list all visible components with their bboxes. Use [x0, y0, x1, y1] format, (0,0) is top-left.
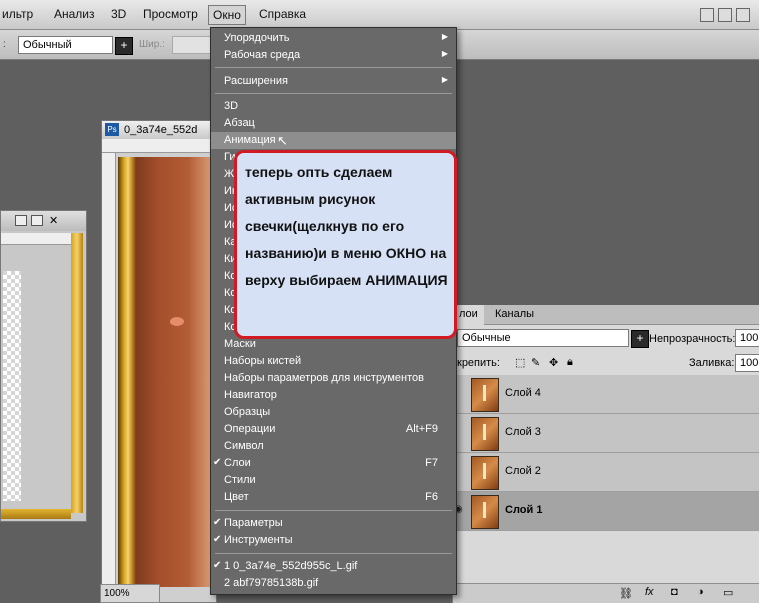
- document-title: 0_3a74e_552d: [124, 124, 198, 136]
- menu-item-document-2[interactable]: 2 abf79785138b.gif: [211, 575, 456, 592]
- menu-separator: [215, 67, 452, 68]
- horizontal-scrollbar[interactable]: [1, 509, 71, 519]
- menu-item-document-1[interactable]: ✔ 1 0_3a74e_552d955c_L.gif: [211, 558, 456, 575]
- lock-move-icon[interactable]: ✥: [549, 356, 558, 369]
- zoom-field[interactable]: 100%: [100, 584, 160, 603]
- tutorial-callout: теперь опть сделаем активным рисунок све…: [234, 150, 457, 339]
- checkmark-icon: ✔: [213, 457, 222, 468]
- lock-label: крепить:: [457, 357, 500, 369]
- menu-separator: [215, 93, 452, 94]
- ruler: [1, 233, 71, 245]
- mouse-cursor-icon: ↖: [277, 133, 288, 148]
- close-icon[interactable]: ✕: [49, 214, 58, 227]
- menu-item-arrange[interactable]: Упорядочить ▶: [211, 30, 456, 47]
- callout-text: теперь опть сделаем активным рисунок све…: [245, 164, 448, 288]
- vertical-scrollbar[interactable]: [71, 233, 83, 513]
- menu-item-layers[interactable]: ✔ Слои F7: [211, 455, 456, 472]
- lock-brush-icon[interactable]: ✎: [531, 356, 540, 369]
- blend-mode-dropdown[interactable]: Обычные: [457, 329, 629, 347]
- opacity-label: Непрозрачность:: [649, 333, 736, 345]
- fill-field[interactable]: 100: [735, 354, 759, 372]
- menu-item-tools[interactable]: ✔ Инструменты: [211, 532, 456, 549]
- submenu-arrow-icon: ▶: [441, 75, 448, 84]
- menu-item-animation[interactable]: Анимация ↖: [211, 132, 456, 149]
- fx-icon[interactable]: fx: [645, 586, 654, 598]
- document-window-left[interactable]: ✕: [0, 210, 87, 522]
- menu-3d[interactable]: 3D: [111, 7, 126, 21]
- layer-row-selected[interactable]: ◉ Слой 1: [453, 492, 759, 531]
- menu-item-swatches[interactable]: Образцы: [211, 404, 456, 421]
- menu-view[interactable]: Просмотр: [143, 7, 198, 21]
- menu-item-character[interactable]: Символ: [211, 438, 456, 455]
- layer-thumbnail: [471, 495, 499, 529]
- mode-dropdown[interactable]: Обычный: [18, 36, 113, 54]
- checkmark-icon: ✔: [213, 560, 222, 571]
- lock-transparent-icon[interactable]: ⬚: [515, 356, 525, 369]
- layer-name: Слой 4: [505, 387, 541, 399]
- layers-panel: лои Каналы Обычные + Непрозрачность: 100…: [452, 305, 759, 603]
- checkmark-icon: ✔: [213, 517, 222, 528]
- layer-row[interactable]: Слой 3: [453, 414, 759, 453]
- menu-filter[interactable]: ильтр: [2, 7, 33, 21]
- menu-item-options[interactable]: ✔ Параметры: [211, 515, 456, 532]
- document-window-main[interactable]: Ps 0_3a74e_552d: [101, 120, 218, 603]
- menu-item-paragraph[interactable]: Абзац: [211, 115, 456, 132]
- menu-item-brush-presets[interactable]: Наборы кистей: [211, 353, 456, 370]
- mask-icon[interactable]: ◘: [671, 586, 678, 598]
- ruler-horizontal: [102, 139, 216, 153]
- menu-window[interactable]: Окно: [208, 5, 246, 25]
- maximize-icon[interactable]: [31, 215, 43, 226]
- minimize-button[interactable]: [700, 8, 714, 22]
- menu-bar: ильтр Анализ 3D Просмотр Окно Справка: [0, 0, 759, 30]
- restore-icon[interactable]: [15, 215, 27, 226]
- lock-all-icon[interactable]: 🔒︎: [567, 356, 573, 369]
- menu-item-extensions[interactable]: Расширения ▶: [211, 73, 456, 90]
- canvas-image: [118, 157, 218, 587]
- layer-row[interactable]: Слой 2: [453, 453, 759, 492]
- menu-item-workspace[interactable]: Рабочая среда ▶: [211, 47, 456, 64]
- tab-layers[interactable]: лои: [453, 305, 484, 325]
- layer-thumbnail: [471, 417, 499, 451]
- menu-separator: [215, 510, 452, 511]
- layer-name: Слой 3: [505, 426, 541, 438]
- blend-add-button[interactable]: +: [631, 330, 649, 348]
- menu-item-color[interactable]: Цвет F6: [211, 489, 456, 506]
- menu-item-styles[interactable]: Стили: [211, 472, 456, 489]
- layer-thumbnail: [471, 456, 499, 490]
- checkmark-icon: ✔: [213, 534, 222, 545]
- submenu-arrow-icon: ▶: [441, 32, 448, 41]
- panel-footer: ⛓ fx ◘ ◑ ▭: [453, 583, 759, 603]
- menu-analysis[interactable]: Анализ: [54, 7, 95, 21]
- width-label: Шир.:: [139, 39, 165, 50]
- restore-button[interactable]: [718, 8, 732, 22]
- submenu-arrow-icon: ▶: [441, 49, 448, 58]
- layer-row[interactable]: Слой 4: [453, 375, 759, 414]
- ps-icon: Ps: [105, 123, 119, 136]
- add-button[interactable]: +: [115, 37, 133, 55]
- menu-item-3d[interactable]: 3D: [211, 98, 456, 115]
- menu-item-actions[interactable]: Операции Alt+F9: [211, 421, 456, 438]
- layer-thumbnail: [471, 378, 499, 412]
- label-fragment: :: [3, 39, 6, 50]
- document-titlebar[interactable]: Ps 0_3a74e_552d: [102, 121, 216, 139]
- menu-item-navigator[interactable]: Навигатор: [211, 387, 456, 404]
- layer-name: Слой 2: [505, 465, 541, 477]
- folder-icon[interactable]: ▭: [723, 586, 733, 599]
- width-field[interactable]: [172, 36, 212, 54]
- petal-graphic: [170, 317, 184, 326]
- menu-separator: [215, 553, 452, 554]
- adjustment-icon[interactable]: ◑: [697, 586, 704, 598]
- tab-channels[interactable]: Каналы: [489, 305, 540, 325]
- layer-name: Слой 1: [505, 504, 543, 516]
- window-titlebar[interactable]: ✕: [1, 211, 86, 231]
- menu-item-tool-presets[interactable]: Наборы параметров для инструментов: [211, 370, 456, 387]
- fill-label: Заливка:: [689, 357, 735, 369]
- transparent-canvas: [3, 271, 21, 501]
- ruler-vertical: [102, 153, 116, 603]
- panel-tabbar: лои Каналы: [453, 305, 759, 325]
- opacity-field[interactable]: 100: [735, 329, 759, 347]
- link-icon[interactable]: ⛓: [619, 587, 633, 600]
- menu-help[interactable]: Справка: [259, 7, 306, 21]
- close-button[interactable]: [736, 8, 750, 22]
